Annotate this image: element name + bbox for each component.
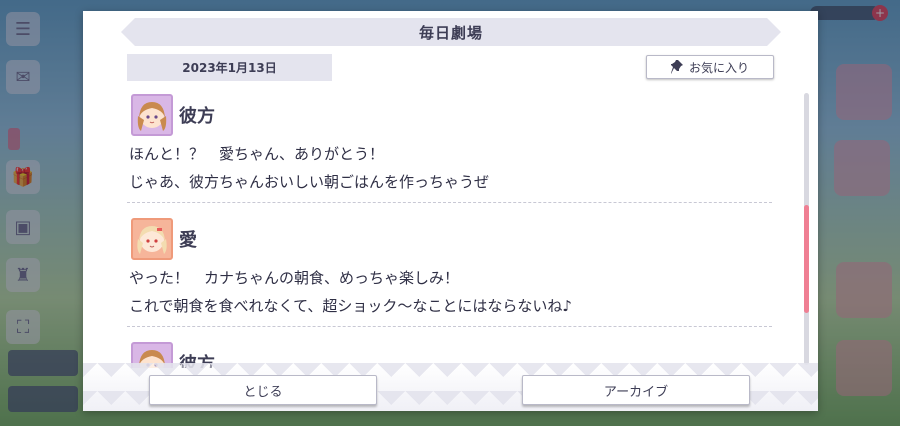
ai-face-icon xyxy=(137,226,167,254)
archive-button[interactable]: アーカイブ xyxy=(522,375,750,405)
favorite-button[interactable]: お気に入り xyxy=(646,55,774,79)
speaker-name: 愛 xyxy=(179,230,197,251)
date-label: 2023年1月13日 xyxy=(127,54,332,81)
dialogue-line: ほんと！？ 愛ちゃん、ありがとう！ xyxy=(129,145,385,163)
divider xyxy=(127,202,772,203)
speaker-row: 彼方 xyxy=(127,93,772,137)
scrollbar-thumb[interactable] xyxy=(804,205,809,313)
kanata-avatar xyxy=(131,94,173,136)
speaker-name: 彼方 xyxy=(179,106,215,127)
daily-theater-dialog: 毎日劇場 2023年1月13日 お気に入り 彼方 ほんと！？ 愛ちゃん、ありがと… xyxy=(83,11,818,411)
close-button[interactable]: とじる xyxy=(149,375,377,405)
speaker-row: 愛 xyxy=(127,217,772,261)
dialogue-scroll-area[interactable]: 彼方 ほんと！？ 愛ちゃん、ありがとう！ じゃあ、彼方ちゃんおいしい朝ごはんを作… xyxy=(127,93,777,368)
scrollbar[interactable] xyxy=(804,93,809,365)
dialogue-entry: 彼方 ほんと！？ 愛ちゃん、ありがとう！ じゃあ、彼方ちゃんおいしい朝ごはんを作… xyxy=(127,93,772,203)
dialogue-line: これで朝食を食べれなくて、超ショック～なことにはならないね♪ xyxy=(129,297,572,315)
kanata-face-icon xyxy=(137,102,167,131)
dialogue-line: やった！ カナちゃんの朝食、めっちゃ楽しみ！ xyxy=(129,269,460,287)
title-bar: 毎日劇場 xyxy=(121,18,781,46)
ai-avatar xyxy=(131,218,173,260)
dialog-title: 毎日劇場 xyxy=(418,23,483,42)
pin-icon xyxy=(670,60,683,74)
dialogue-entry: 愛 やった！ カナちゃんの朝食、めっちゃ楽しみ！ これで朝食を食べれなくて、超シ… xyxy=(127,217,772,327)
divider xyxy=(127,326,772,327)
dialogue-line: じゃあ、彼方ちゃんおいしい朝ごはんを作っちゃうぜ xyxy=(129,173,490,191)
favorite-label: お気に入り xyxy=(688,60,749,75)
